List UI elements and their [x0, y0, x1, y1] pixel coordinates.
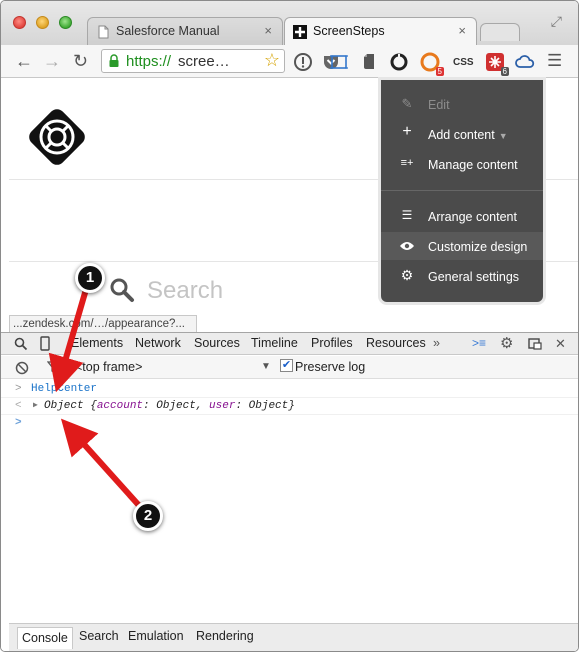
tab-search[interactable]: Search [79, 629, 119, 643]
tab-salesforce-manual[interactable]: Salesforce Manual × [87, 17, 283, 45]
tab-timeline[interactable]: Timeline [251, 336, 298, 350]
caret-down-icon: ▼ [498, 131, 508, 141]
menu-item-add-content[interactable]: + Add content ▼ [381, 120, 543, 148]
preserve-log-checkbox[interactable]: ✔ [280, 359, 293, 372]
lifebuoy-logo-icon [29, 109, 85, 165]
browser-window: Salesforce Manual × ScreenSteps × ⤢ ← → … [0, 0, 579, 652]
menu-divider [381, 190, 543, 191]
tab-title: Salesforce Manual [116, 24, 220, 38]
screensteps-favicon-icon [293, 25, 307, 39]
search-input[interactable]: Search [147, 277, 223, 305]
info-icon[interactable] [293, 52, 313, 72]
browser-toolbar: ← → ↻ https:// scree… ☆ 5 CSS 6 ☰ [1, 45, 578, 78]
document-icon [98, 25, 109, 39]
more-tabs-icon[interactable]: » [433, 336, 440, 350]
pencil-icon: ✎ [401, 96, 413, 111]
status-bar-url: ...zendesk.com/…/appearance?... [9, 315, 197, 333]
menu-item-label: Add content [428, 128, 495, 142]
close-window-button[interactable] [13, 16, 26, 29]
tab-close-icon[interactable]: × [458, 23, 466, 38]
list-icon: ☰ [401, 208, 413, 222]
menu-item-label: Customize design [428, 240, 528, 254]
back-arrow-icon[interactable]: ← [15, 50, 33, 72]
tab-title: ScreenSteps [313, 24, 385, 38]
dock-icon[interactable] [528, 338, 542, 350]
callout-1: 1 [75, 263, 105, 293]
tab-elements[interactable]: Elements [71, 336, 123, 350]
console-toolbar: <top frame> ▼ ✔ Preserve log [1, 356, 578, 379]
menu-item-arrange-content[interactable]: ☰ Arrange content [381, 202, 543, 230]
tab-emulation[interactable]: Emulation [128, 629, 184, 643]
inspect-search-icon[interactable] [14, 337, 28, 351]
console-output-line: < ▶ Object {account: Object, user: Objec… [1, 398, 578, 415]
drawer-tab-bar: Console Search Emulation Rendering [9, 623, 578, 651]
admin-menu: ✎ Edit + Add content ▼ ≡+ Manage content … [381, 80, 543, 302]
reload-icon[interactable]: ↻ [73, 50, 88, 72]
sync-icon[interactable] [389, 52, 409, 72]
callout-2: 2 [133, 501, 163, 531]
tab-close-icon[interactable]: × [264, 23, 272, 38]
filter-icon[interactable] [47, 361, 60, 374]
plus-icon: + [402, 123, 412, 140]
red-extension-icon[interactable]: 6 [485, 52, 509, 76]
menu-item-label: Manage content [428, 158, 518, 172]
clear-console-icon[interactable] [15, 361, 29, 375]
fullscreen-icon[interactable]: ⤢ [551, 13, 562, 30]
bookmark-star-icon[interactable]: ☆ [264, 50, 280, 71]
menu-item-label: Edit [428, 98, 450, 112]
active-prompt-icon: > [15, 417, 22, 429]
tab-network[interactable]: Network [135, 336, 181, 350]
menu-icon[interactable]: ☰ [547, 50, 562, 72]
cloud-icon[interactable] [515, 52, 535, 72]
menu-item-label: Arrange content [428, 210, 517, 224]
console-input-text: HelpCenter [31, 383, 98, 395]
url-host: scree… [178, 53, 230, 70]
gear-icon: ⚙ [400, 267, 414, 283]
url-scheme: https:// [126, 53, 172, 70]
tab-console[interactable]: Console [17, 627, 73, 649]
tab-screensteps[interactable]: ScreenSteps × [284, 17, 477, 45]
tab-resources[interactable]: Resources [366, 336, 426, 350]
console-output-object[interactable]: Object {account: Object, user: Object} [44, 400, 295, 412]
console-drawer-icon[interactable]: >≡ [472, 336, 486, 350]
css-extension-icon[interactable]: CSS [453, 57, 474, 77]
console-input-line: > HelpCenter [1, 381, 578, 398]
tab-strip: Salesforce Manual × ScreenSteps × ⤢ [1, 1, 578, 45]
new-tab-button[interactable] [480, 23, 520, 41]
extension-badge: 6 [500, 67, 509, 76]
search-icon [110, 278, 134, 302]
tab-sources[interactable]: Sources [194, 336, 240, 350]
console-prompt-line[interactable]: > [1, 415, 578, 432]
menu-item-general-settings[interactable]: ⚙ General settings [381, 262, 543, 290]
minimize-window-button[interactable] [36, 16, 49, 29]
forward-arrow-icon[interactable]: → [43, 50, 61, 72]
menu-item-customize-design[interactable]: Customize design [381, 232, 543, 260]
devtools-panel: Elements Network Sources Timeline Profil… [1, 332, 578, 651]
lastpass-icon[interactable]: 5 [420, 52, 444, 76]
menu-item-manage-content[interactable]: ≡+ Manage content [381, 150, 543, 178]
menu-item-label: General settings [428, 270, 520, 284]
zoom-window-button[interactable] [59, 16, 72, 29]
lastpass-badge: 5 [435, 67, 444, 76]
tab-profiles[interactable]: Profiles [311, 336, 353, 350]
eye-icon [400, 242, 414, 250]
expand-triangle-icon[interactable]: ▶ [33, 400, 38, 410]
preserve-log-label: Preserve log [295, 360, 366, 374]
address-bar[interactable]: https:// scree… ☆ [101, 49, 285, 73]
devtools-tab-bar: Elements Network Sources Timeline Profil… [1, 333, 578, 355]
settings-gear-icon[interactable]: ⚙ [500, 334, 513, 352]
frame-dropdown-icon[interactable]: ▼ [261, 361, 271, 372]
menu-item-edit[interactable]: ✎ Edit [381, 90, 543, 118]
capture-frame-icon[interactable] [329, 52, 349, 72]
evernote-icon[interactable] [359, 52, 379, 72]
device-mode-icon[interactable] [40, 336, 50, 351]
close-devtools-icon[interactable]: ✕ [555, 336, 566, 352]
input-prompt-icon: > [15, 383, 22, 395]
frame-selector[interactable]: <top frame> [75, 360, 142, 374]
output-prompt-icon: < [15, 400, 22, 412]
list-plus-icon: ≡+ [400, 157, 414, 169]
lock-icon [109, 54, 119, 67]
tab-rendering[interactable]: Rendering [196, 629, 254, 643]
